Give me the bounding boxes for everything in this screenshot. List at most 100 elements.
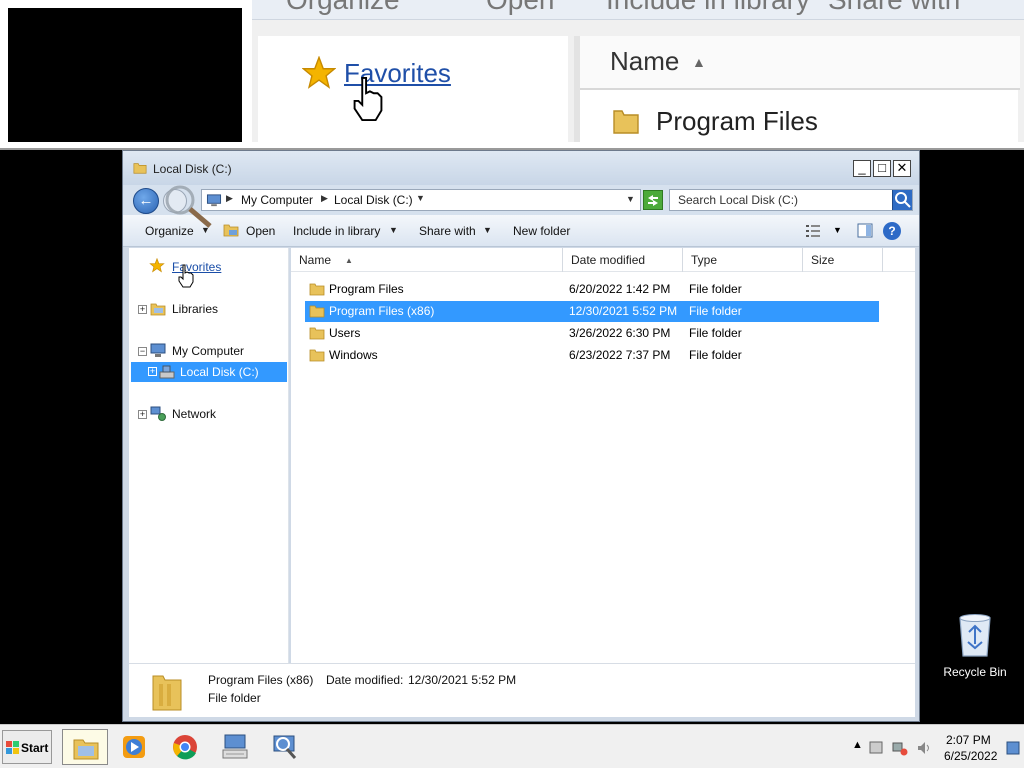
chevron-down-icon[interactable]: ▼	[389, 225, 398, 235]
magnifier-open-text: Open	[486, 0, 555, 16]
breadcrumb-my-computer[interactable]: My Computer	[241, 193, 313, 207]
address-row: ← ▶ My Computer ▶ Local Disk (C:) ▼ ▼ Se…	[123, 185, 919, 215]
file-list: Name ▲ Date modified Type Size Program F…	[291, 248, 915, 663]
folder-icon	[73, 739, 99, 760]
magnifier-share-text: Share with	[828, 0, 960, 16]
open-folder-icon	[223, 224, 239, 237]
back-button[interactable]: ←	[133, 188, 159, 214]
folder-icon	[309, 283, 325, 296]
column-name-label: Name	[299, 253, 332, 267]
search-icon[interactable]	[892, 190, 912, 210]
taskbar-chrome[interactable]	[162, 729, 208, 765]
refresh-icon	[648, 195, 658, 206]
file-row[interactable]: Windows 6/23/2022 7:37 PM File folder	[305, 345, 879, 366]
expand-network-icon[interactable]: +	[138, 410, 147, 419]
file-row[interactable]: Program Files 6/20/2022 1:42 PM File fol…	[305, 279, 879, 300]
expand-local-disk-icon[interactable]: +	[148, 367, 157, 376]
folder-icon	[309, 305, 325, 318]
chevron-down-icon[interactable]: ▼	[483, 225, 492, 235]
star-icon	[149, 258, 165, 273]
start-button[interactable]: Start	[2, 730, 52, 764]
sort-up-icon: ▲	[345, 256, 353, 265]
magnifier-black-area	[8, 8, 242, 142]
breadcrumb-local-disk[interactable]: Local Disk (C:)	[334, 193, 413, 207]
details-date-value: 12/30/2021 5:52 PM	[408, 673, 517, 687]
show-desktop-icon[interactable]	[1006, 741, 1020, 755]
magnifier-file-list: Name ▲ Program Files	[574, 36, 1020, 142]
magnifier-organize-text: Organize	[286, 0, 400, 16]
recycle-bin-label: Recycle Bin	[943, 665, 1007, 679]
hand-cursor-icon	[353, 76, 383, 122]
folder-icon	[309, 349, 325, 362]
chevron-down-icon[interactable]: ▼	[416, 193, 425, 203]
nav-my-computer[interactable]: My Computer	[172, 344, 244, 358]
column-header: Name ▲ Date modified Type Size	[291, 248, 915, 272]
search-placeholder: Search Local Disk (C:)	[678, 193, 799, 207]
file-name: Program Files	[329, 282, 404, 296]
file-name: Users	[329, 326, 361, 340]
taskbar-explorer[interactable]	[62, 729, 108, 765]
magnifier-row-name: Program Files	[656, 106, 818, 136]
network-icon[interactable]	[892, 740, 908, 756]
close-button[interactable]: ✕	[893, 160, 911, 177]
recycle-bin-icon	[959, 614, 991, 657]
open-button[interactable]: Open	[246, 224, 275, 238]
collapse-my-computer-icon[interactable]: −	[138, 347, 147, 356]
volume-icon[interactable]	[916, 740, 932, 756]
file-date: 12/30/2021 5:52 PM	[569, 304, 678, 318]
chevron-right-icon[interactable]: ▶	[226, 193, 233, 204]
nav-network[interactable]: Network	[172, 407, 216, 421]
details-type: File folder	[208, 691, 261, 705]
sort-up-icon: ▲	[692, 54, 706, 70]
computer-icon	[150, 343, 166, 357]
new-folder-button[interactable]: New folder	[513, 224, 570, 238]
file-row-selected[interactable]: Program Files (x86) 12/30/2021 5:52 PM F…	[305, 301, 879, 322]
folder-icon	[309, 327, 325, 340]
nav-local-disk-label: Local Disk (C:)	[180, 365, 259, 379]
magnifier-icon	[273, 735, 297, 759]
minimize-button[interactable]: _	[853, 160, 871, 177]
search-input[interactable]: Search Local Disk (C:)	[669, 189, 913, 211]
magnifier-column-header: Name ▲	[580, 36, 1020, 90]
include-in-library-button[interactable]: Include in library	[293, 224, 380, 238]
taskbar-keyboard-app[interactable]	[212, 729, 258, 765]
action-center-icon[interactable]	[868, 740, 884, 756]
explorer-window: Local Disk (C:) _ □ ✕ ← ▶ My Computer ▶ …	[122, 150, 920, 722]
help-icon[interactable]: ?	[883, 222, 901, 240]
address-dropdown-icon[interactable]: ▼	[626, 194, 635, 204]
clock-time[interactable]: 2:07 PM	[946, 733, 991, 747]
file-type: File folder	[689, 326, 742, 340]
share-with-button[interactable]: Share with	[419, 224, 476, 238]
window-title: Local Disk (C:)	[153, 162, 232, 176]
folder-icon	[613, 110, 639, 134]
expand-libraries-icon[interactable]: +	[138, 305, 147, 314]
taskbar-media-player[interactable]	[111, 729, 157, 765]
column-date-modified[interactable]: Date modified	[563, 248, 683, 272]
column-type[interactable]: Type	[683, 248, 803, 272]
nav-libraries[interactable]: Libraries	[172, 302, 218, 316]
address-bar[interactable]: ▶ My Computer ▶ Local Disk (C:) ▼ ▼	[201, 189, 641, 211]
magnifier-toolbar-strip: Organize Open Include in library Share w…	[252, 0, 1024, 20]
file-row[interactable]: Users 3/26/2022 6:30 PM File folder	[305, 323, 879, 344]
hand-cursor-icon	[178, 264, 194, 288]
preview-pane-icon[interactable]	[857, 223, 873, 238]
refresh-button[interactable]	[643, 190, 663, 210]
file-name: Windows	[329, 348, 378, 362]
clock-date[interactable]: 6/25/2022	[944, 749, 997, 763]
chevron-down-icon[interactable]: ▼	[833, 225, 842, 235]
maximize-button[interactable]: □	[873, 160, 891, 177]
show-hidden-icons[interactable]: ▲	[852, 739, 863, 751]
media-player-icon	[123, 736, 145, 758]
column-size[interactable]: Size	[803, 248, 883, 272]
magnifier-include-text: Include in library	[606, 0, 810, 16]
chevron-right-icon[interactable]: ▶	[321, 193, 328, 204]
title-bar[interactable]: Local Disk (C:) _ □ ✕	[123, 151, 919, 185]
magnifier-zoomed-content: Organize Open Include in library Share w…	[252, 0, 1024, 142]
views-icon[interactable]	[805, 224, 821, 238]
details-date-label: Date modified:	[326, 673, 404, 687]
recycle-bin[interactable]: Recycle Bin	[940, 612, 1010, 684]
column-name[interactable]: Name ▲	[291, 248, 563, 272]
taskbar-magnifier[interactable]	[262, 729, 308, 765]
file-date: 6/23/2022 7:37 PM	[569, 348, 671, 362]
nav-local-disk[interactable]: + Local Disk (C:)	[131, 362, 287, 382]
